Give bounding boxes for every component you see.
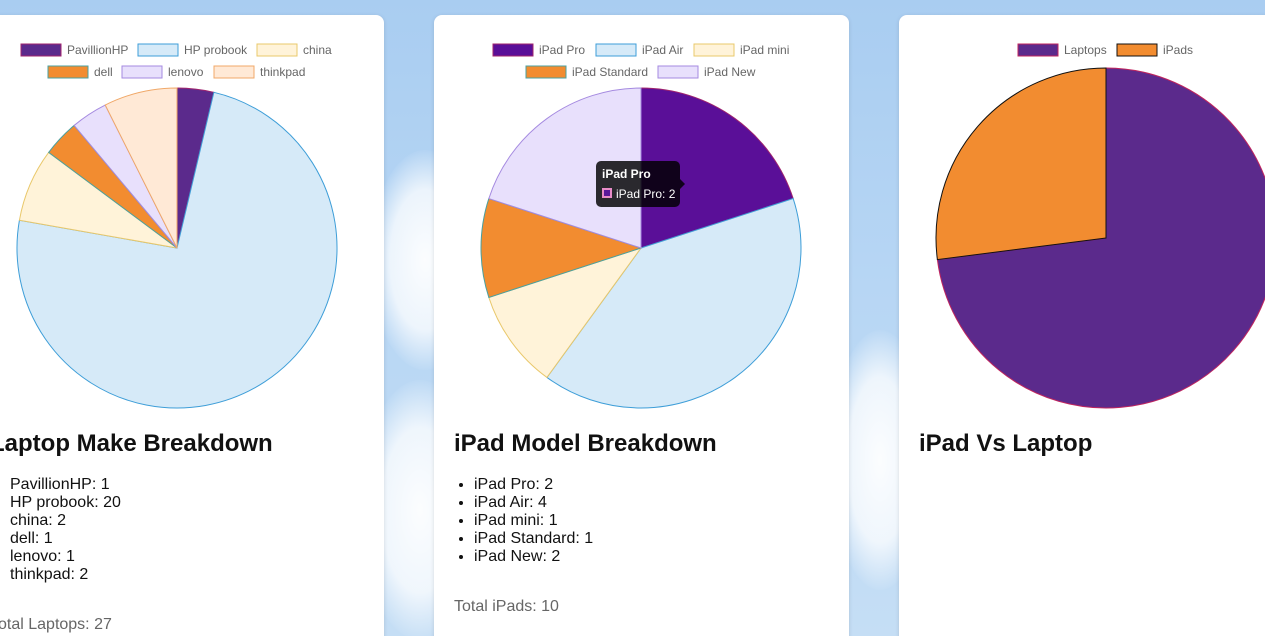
list-item: HP probook: 20 bbox=[10, 494, 121, 511]
legend-item[interactable]: iPad New bbox=[657, 65, 756, 79]
list-item: iPad Air: 4 bbox=[474, 494, 593, 512]
legend-label: china bbox=[303, 43, 332, 57]
legend-label: thinkpad bbox=[260, 65, 305, 79]
list-item: PavillionHP: 1 bbox=[10, 476, 110, 493]
legend-item[interactable]: iPad mini bbox=[693, 43, 789, 57]
legend-swatch bbox=[1116, 43, 1158, 57]
ipad-model-card: iPad Pro iPad Air iPad mini iPad Standard iP… bbox=[434, 15, 849, 636]
legend-label: PavillionHP bbox=[67, 43, 128, 57]
laptop-make-list: PavillionHP: 1 HP probook: 20 china: 2 d… bbox=[10, 476, 121, 584]
legend-item[interactable]: HP probook bbox=[137, 43, 248, 57]
list-item: iPad New: 2 bbox=[474, 548, 593, 566]
legend-swatch bbox=[121, 65, 163, 79]
legend-swatch bbox=[492, 43, 534, 57]
legend-swatch bbox=[256, 43, 298, 57]
legend-item[interactable]: lenovo bbox=[121, 65, 204, 79]
list-item: thinkpad: 2 bbox=[10, 566, 89, 583]
list-item: iPad mini: 1 bbox=[474, 512, 593, 530]
chart-tooltip: iPad Pro iPad Pro: 2 bbox=[596, 161, 685, 207]
legend-label: iPad Air bbox=[642, 43, 683, 57]
legend-swatch bbox=[693, 43, 735, 57]
list-item: dell: 1 bbox=[10, 530, 53, 547]
laptop-make-card: PavillionHP HP probook china dell lenovo thin… bbox=[0, 15, 384, 636]
legend-swatch bbox=[47, 65, 89, 79]
legend-item[interactable]: iPad Air bbox=[595, 43, 683, 57]
tooltip-value: iPad Pro: 2 bbox=[616, 187, 676, 201]
legend-swatch bbox=[525, 65, 567, 79]
list-item: lenovo: 1 bbox=[10, 548, 75, 565]
tooltip-caret bbox=[680, 179, 685, 189]
legend-item[interactable]: Laptops bbox=[1017, 43, 1107, 57]
list-item: china: 2 bbox=[10, 512, 67, 529]
legend-item[interactable]: iPad Pro bbox=[492, 43, 585, 57]
legend-label: iPad mini bbox=[740, 43, 789, 57]
legend-label: HP probook bbox=[184, 43, 248, 57]
laptop-make-chart[interactable]: PavillionHP HP probook china dell lenovo thin… bbox=[0, 15, 384, 435]
pie-slice-ipads[interactable] bbox=[935, 67, 1107, 261]
legend-item[interactable]: PavillionHP bbox=[20, 43, 128, 57]
ipad-model-chart[interactable]: iPad Pro iPad Air iPad mini iPad Standard iP… bbox=[434, 15, 849, 435]
legend-swatch bbox=[657, 65, 699, 79]
legend-item[interactable]: china bbox=[256, 43, 332, 57]
tooltip-color-swatch bbox=[602, 188, 612, 198]
ipad-model-heading: iPad Model Breakdown bbox=[454, 430, 717, 457]
legend-item[interactable]: thinkpad bbox=[213, 65, 305, 79]
legend-label: iPads bbox=[1163, 43, 1193, 57]
legend-item[interactable]: dell bbox=[47, 65, 113, 79]
total-laptops: Total Laptops: 27 bbox=[0, 616, 112, 633]
legend-label: lenovo bbox=[168, 65, 204, 79]
ipad-vs-laptop-chart[interactable]: Laptops iPads bbox=[899, 15, 1265, 435]
legend-swatch bbox=[20, 43, 62, 57]
legend-label: iPad New bbox=[704, 65, 756, 79]
total-ipads: Total iPads: 10 bbox=[454, 598, 559, 615]
legend-swatch bbox=[213, 65, 255, 79]
list-item: iPad Pro: 2 bbox=[474, 476, 593, 494]
legend-label: iPad Pro bbox=[539, 43, 585, 57]
laptop-make-heading: Laptop Make Breakdown bbox=[0, 430, 273, 457]
tooltip-title: iPad Pro bbox=[602, 167, 651, 181]
legend-item[interactable]: iPad Standard bbox=[525, 65, 648, 79]
legend-swatch bbox=[137, 43, 179, 57]
legend-item[interactable]: iPads bbox=[1116, 43, 1193, 57]
legend-label: dell bbox=[94, 65, 113, 79]
ipad-model-list: iPad Pro: 2 iPad Air: 4 iPad mini: 1 iPa… bbox=[454, 476, 593, 566]
list-item: iPad Standard: 1 bbox=[474, 530, 593, 548]
legend-swatch bbox=[1017, 43, 1059, 57]
legend-label: Laptops bbox=[1064, 43, 1107, 57]
legend-label: iPad Standard bbox=[572, 65, 648, 79]
legend-swatch bbox=[595, 43, 637, 57]
ipad-vs-laptop-card: Laptops iPads iPad Vs Laptop bbox=[899, 15, 1265, 636]
ipad-vs-laptop-heading: iPad Vs Laptop bbox=[919, 430, 1093, 457]
